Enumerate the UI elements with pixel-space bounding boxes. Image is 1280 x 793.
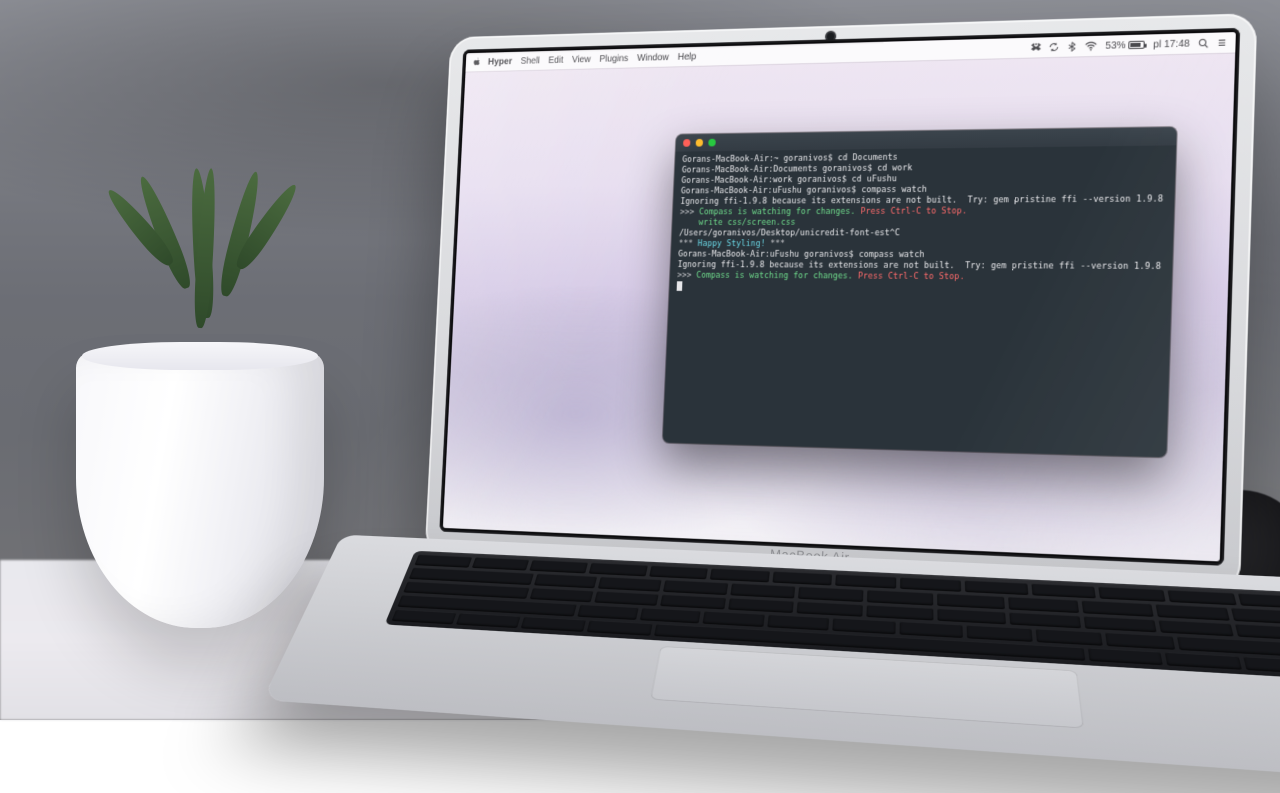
terminal-output[interactable]: Gorans-MacBook-Air:~ goranivos$ cd Docum… (669, 145, 1176, 306)
menubar-item[interactable]: Window (637, 52, 669, 63)
apple-logo-icon[interactable] (473, 57, 482, 66)
notification-center-icon[interactable] (1217, 37, 1228, 47)
window-zoom-button[interactable] (708, 139, 716, 147)
menubar-app-menus[interactable]: Hyper Shell Edit View Plugins Window Hel… (488, 51, 697, 67)
window-close-button[interactable] (683, 139, 691, 147)
laptop-lid: Hyper Shell Edit View Plugins Window Hel… (425, 13, 1258, 594)
menubar-item[interactable]: View (572, 54, 591, 65)
dropbox-icon[interactable] (1031, 42, 1041, 52)
terminal-line: *** Happy Styling! *** (678, 239, 1165, 250)
terminal-line: write css/screen.css (679, 217, 1165, 229)
terminal-line: /Users/goranivos/Desktop/unicredit-font-… (679, 228, 1165, 239)
terminal-cursor-line (676, 281, 1163, 297)
laptop-deck (262, 535, 1280, 793)
succulent-plant (118, 168, 298, 368)
menubar-item[interactable]: Edit (548, 55, 563, 66)
terminal-cursor (677, 281, 683, 291)
laptop: Hyper Shell Edit View Plugins Window Hel… (384, 0, 1280, 748)
menubar-clock[interactable]: pl 17:48 (1153, 38, 1190, 50)
wifi-icon[interactable] (1085, 41, 1097, 51)
menubar-item[interactable]: Shell (520, 55, 540, 66)
window-minimize-button[interactable] (696, 139, 704, 147)
sync-icon[interactable] (1049, 42, 1059, 52)
battery-indicator[interactable]: 53% (1105, 39, 1145, 51)
battery-percentage: 53% (1105, 40, 1126, 52)
bluetooth-icon[interactable] (1067, 41, 1077, 51)
spotlight-search-icon[interactable] (1198, 38, 1209, 48)
terminal-window[interactable]: Gorans-MacBook-Air:~ goranivos$ cd Docum… (663, 127, 1177, 457)
menubar-status-area[interactable]: 53% pl 17:48 (1031, 37, 1227, 53)
menubar-item[interactable]: Help (677, 51, 696, 62)
menubar-app-name[interactable]: Hyper (488, 56, 513, 67)
battery-icon (1129, 41, 1146, 49)
menubar-item[interactable]: Plugins (599, 53, 628, 64)
laptop-screen: Hyper Shell Edit View Plugins Window Hel… (443, 32, 1236, 561)
